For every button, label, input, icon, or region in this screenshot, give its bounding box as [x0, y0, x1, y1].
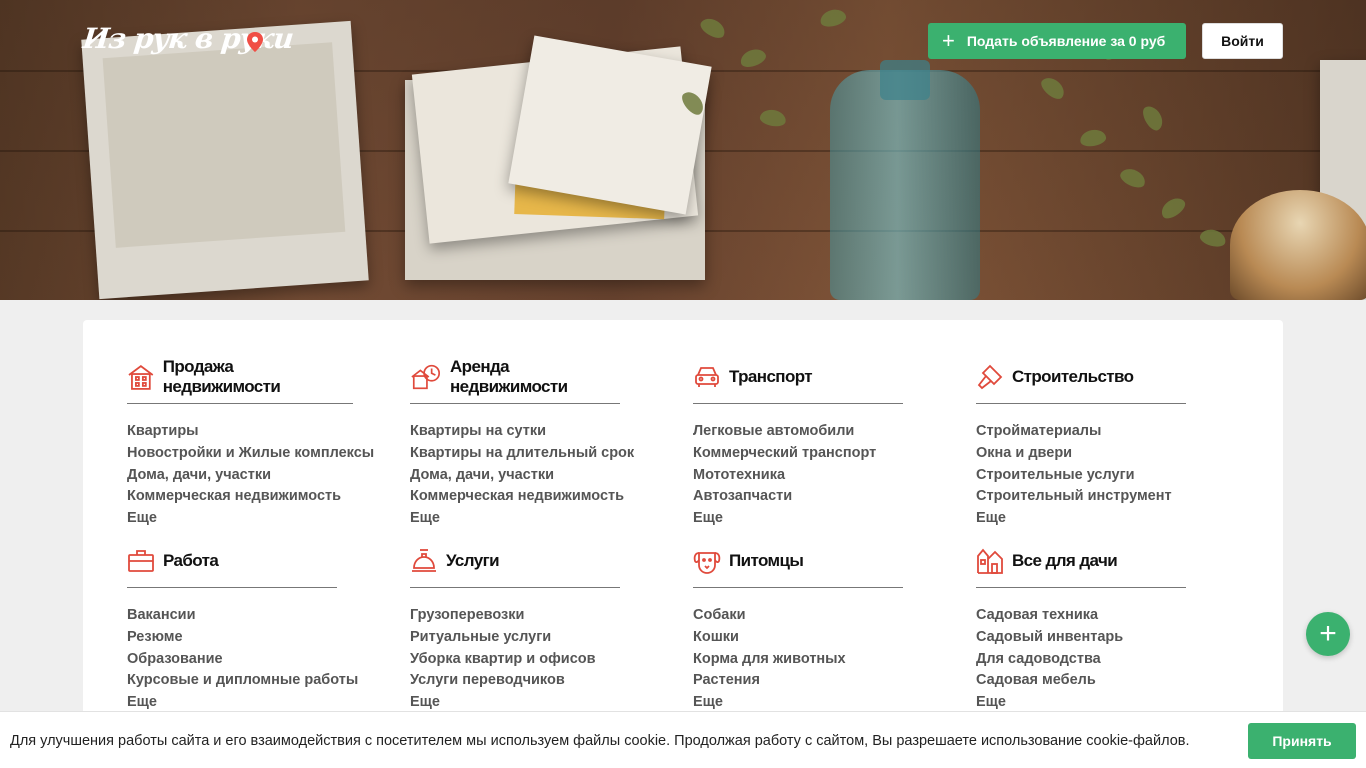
categories-card: Продажа недвижимости Квартиры Новостройк… [83, 320, 1283, 768]
category-title[interactable]: Транспорт [729, 367, 813, 387]
category-link[interactable]: Строительный инструмент [976, 486, 1186, 508]
plus-icon: + [1319, 617, 1337, 650]
accept-cookies-button[interactable]: Принять [1248, 723, 1356, 759]
category-link[interactable]: Квартиры на сутки [410, 421, 620, 443]
category-link[interactable]: Услуги переводчиков [410, 670, 620, 692]
category-jobs: Работа Вакансии Резюме Образование Курсо… [127, 546, 358, 714]
plus-icon: + [942, 28, 955, 53]
category-link[interactable]: Курсовые и дипломные работы [127, 670, 358, 692]
category-construction: Строительство Стройматериалы Окна и двер… [976, 362, 1186, 530]
category-title[interactable]: Все для дачи [1012, 551, 1118, 571]
category-real-estate-sale: Продажа недвижимости Квартиры Новостройк… [127, 357, 374, 530]
category-link[interactable]: Садовая техника [976, 605, 1186, 627]
category-link[interactable]: Кошки [693, 627, 903, 649]
category-link[interactable]: Ритуальные услуги [410, 627, 620, 649]
category-services: Услуги Грузоперевозки Ритуальные услуги … [410, 546, 620, 714]
category-link[interactable]: Мототехника [693, 465, 903, 487]
post-ad-button[interactable]: + Подать объявление за 0 руб [928, 23, 1186, 59]
category-link[interactable]: Квартиры [127, 421, 353, 443]
category-link[interactable]: Новостройки и Жилые комплексы [127, 443, 374, 465]
category-link[interactable]: Квартиры на длительный срок [410, 443, 634, 465]
category-link[interactable]: Коммерческая недвижимость [410, 486, 624, 508]
paint-brush-icon [977, 364, 1003, 390]
briefcase-icon [128, 550, 154, 572]
divider [127, 403, 353, 404]
vase-image [830, 70, 980, 300]
post-ad-label: Подать объявление за 0 руб [966, 33, 1166, 49]
book-image [508, 35, 712, 215]
category-title[interactable]: Продажа недвижимости [163, 357, 353, 397]
more-link[interactable]: Еще [693, 508, 903, 530]
category-title[interactable]: Питомцы [729, 551, 804, 571]
category-link[interactable]: Строительные услуги [976, 465, 1186, 487]
category-link[interactable]: Дома, дачи, участки [127, 465, 353, 487]
category-link[interactable]: Собаки [693, 605, 903, 627]
divider [693, 587, 903, 588]
divider [127, 587, 337, 588]
divider [410, 587, 620, 588]
category-link[interactable]: Автозапчасти [693, 486, 903, 508]
category-link[interactable]: Окна и двери [976, 443, 1186, 465]
category-title[interactable]: Аренда недвижимости [450, 357, 620, 397]
category-link[interactable]: Корма для животных [693, 649, 903, 671]
car-icon [695, 367, 719, 387]
category-link[interactable]: Для садоводства [976, 649, 1186, 671]
category-title[interactable]: Строительство [1012, 367, 1134, 387]
category-link[interactable]: Уборка квартир и офисов [410, 649, 620, 671]
country-house-icon [977, 548, 1003, 574]
login-button[interactable]: Войти [1202, 23, 1283, 59]
category-link[interactable]: Легковые автомобили [693, 421, 903, 443]
category-link[interactable]: Садовый инвентарь [976, 627, 1186, 649]
category-link[interactable]: Резюме [127, 627, 337, 649]
house-icon [128, 364, 154, 390]
category-real-estate-rent: Аренда недвижимости Квартиры на сутки Кв… [410, 357, 634, 530]
service-bell-icon [412, 549, 436, 572]
category-link[interactable]: Стройматериалы [976, 421, 1186, 443]
cookie-banner: Для улучшения работы сайта и его взаимод… [0, 711, 1366, 768]
category-link[interactable]: Растения [693, 670, 903, 692]
divider [693, 403, 903, 404]
divider [410, 403, 620, 404]
category-title[interactable]: Услуги [446, 551, 500, 571]
divider [976, 403, 1186, 404]
more-link[interactable]: Еще [976, 508, 1186, 530]
dog-icon [693, 552, 721, 574]
category-link[interactable]: Коммерческий транспорт [693, 443, 903, 465]
category-link[interactable]: Грузоперевозки [410, 605, 620, 627]
category-link[interactable]: Образование [127, 649, 337, 671]
divider [976, 587, 1186, 588]
category-link[interactable]: Дома, дачи, участки [410, 465, 620, 487]
category-country-house: Все для дачи Садовая техника Садовый инв… [976, 546, 1186, 714]
cup-image [1230, 190, 1366, 300]
location-pin-icon[interactable] [245, 31, 265, 53]
category-title[interactable]: Работа [163, 551, 219, 571]
more-link[interactable]: Еще [127, 508, 353, 530]
house-clock-icon [411, 364, 441, 390]
floating-add-button[interactable]: + [1306, 612, 1350, 656]
category-transport: Транспорт Легковые автомобили Коммерческ… [693, 362, 903, 530]
category-link[interactable]: Вакансии [127, 605, 337, 627]
category-link[interactable]: Садовая мебель [976, 670, 1186, 692]
more-link[interactable]: Еще [410, 508, 620, 530]
book-image [81, 20, 369, 300]
category-link[interactable]: Коммерческая недвижимость [127, 486, 353, 508]
category-pets: Питомцы Собаки Кошки Корма для животных … [693, 546, 903, 714]
cookie-text: Для улучшения работы сайта и его взаимод… [10, 733, 1190, 749]
